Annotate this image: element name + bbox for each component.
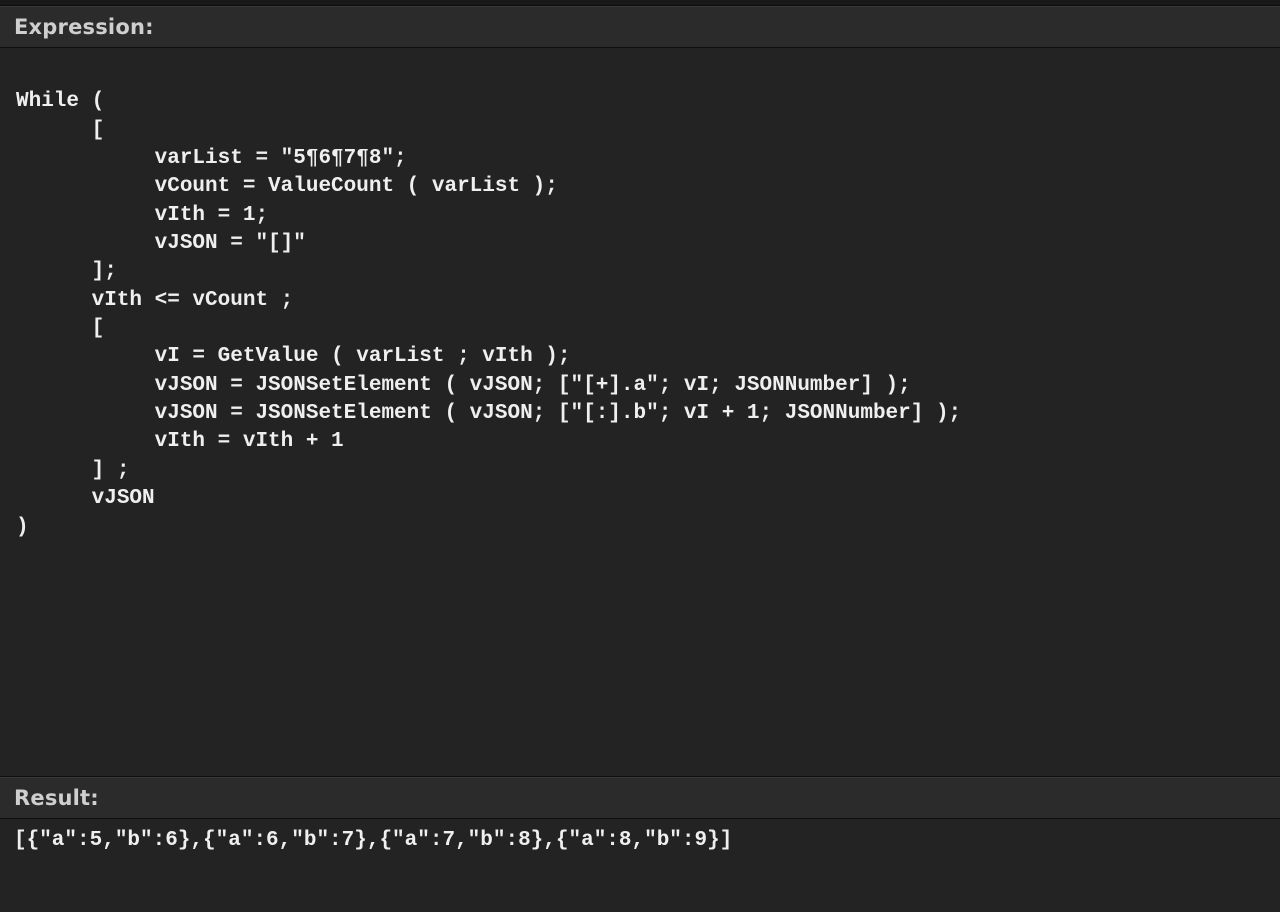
result-text: [{"a":5,"b":6},{"a":6,"b":7},{"a":7,"b":… (14, 829, 1266, 852)
code-line: ) (16, 516, 29, 539)
code-line: vCount = ValueCount ( varList ); (16, 175, 558, 198)
code-line: ] ; (16, 459, 129, 482)
code-line: vJSON = "[]" (16, 232, 306, 255)
code-line: While ( (16, 90, 104, 113)
code-line: vIth = 1; (16, 204, 268, 227)
code-line: vJSON (16, 487, 155, 510)
code-line: [ (16, 119, 104, 142)
code-line: [ (16, 317, 104, 340)
code-line: vIth <= vCount ; (16, 289, 293, 312)
result-output[interactable]: [{"a":5,"b":6},{"a":6,"b":7},{"a":7,"b":… (0, 819, 1280, 912)
code-line: vI = GetValue ( varList ; vIth ); (16, 345, 571, 368)
expression-editor[interactable]: While ( [ varList = "5¶6¶7¶8"; vCount = … (0, 48, 1280, 777)
result-header: Result: (0, 777, 1280, 819)
code-line: vIth = vIth + 1 (16, 430, 344, 453)
code-line: ]; (16, 260, 117, 283)
code-line: varList = "5¶6¶7¶8"; (16, 147, 407, 170)
code-line: vJSON = JSONSetElement ( vJSON; ["[:].b"… (16, 402, 961, 425)
expression-header: Expression: (0, 6, 1280, 48)
code-line: vJSON = JSONSetElement ( vJSON; ["[+].a"… (16, 374, 911, 397)
code-content: While ( [ varList = "5¶6¶7¶8"; vCount = … (16, 60, 1264, 542)
